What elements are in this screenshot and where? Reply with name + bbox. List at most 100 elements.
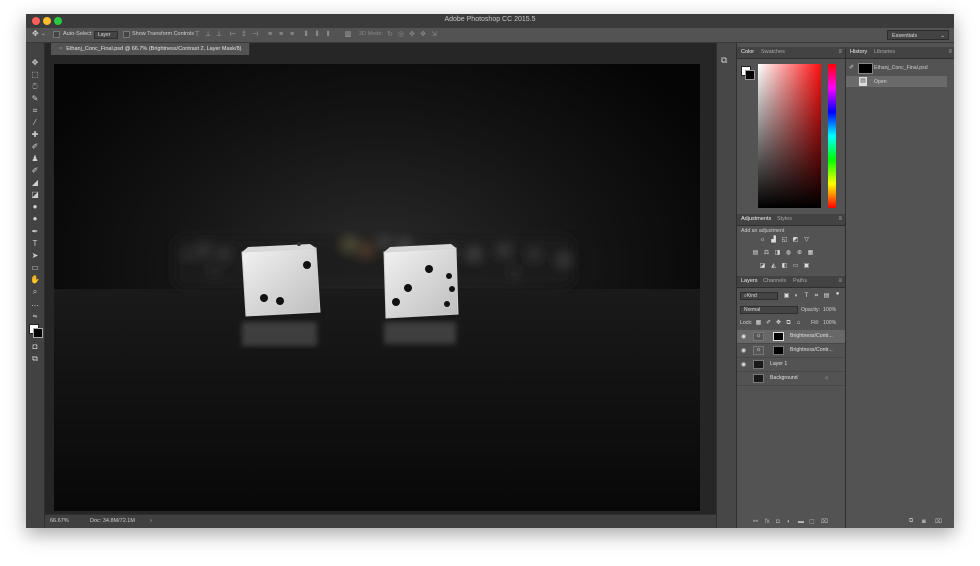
- tab-color[interactable]: Color: [741, 49, 754, 55]
- opacity-value[interactable]: 100%: [823, 307, 836, 313]
- tab-history[interactable]: History: [850, 49, 867, 55]
- threshold-icon[interactable]: ◧: [781, 263, 788, 270]
- align-top-icon[interactable]: ⊤: [193, 31, 201, 39]
- distribute-left-icon[interactable]: ⦀: [302, 31, 310, 39]
- layer-row[interactable]: ◉ Layer 1: [737, 358, 845, 372]
- levels-icon[interactable]: ▟: [770, 237, 777, 244]
- eyedropper-tool-icon[interactable]: ⁄: [29, 117, 41, 129]
- layer-row[interactable]: ◉ ☼ Brightness/Contr...: [737, 330, 845, 344]
- screen-mode-icon[interactable]: ⧉: [29, 353, 41, 365]
- history-state-row[interactable]: ▤ Open: [846, 76, 947, 87]
- invert-icon[interactable]: ◪: [759, 263, 766, 270]
- selective-color-icon[interactable]: ▣: [803, 263, 810, 270]
- panel-menu-icon[interactable]: ≡: [838, 49, 842, 55]
- panel-menu-icon[interactable]: ≡: [838, 278, 842, 284]
- workspace-switcher[interactable]: Essentials ⌄: [887, 30, 949, 40]
- blend-mode-dropdown[interactable]: Normal: [740, 306, 798, 314]
- filter-adjustment-icon[interactable]: ◐: [793, 293, 800, 300]
- dodge-tool-icon[interactable]: ●: [29, 213, 41, 225]
- distribute-vcenter-icon[interactable]: ≡: [277, 31, 285, 39]
- new-document-from-state-icon[interactable]: ⧉: [909, 518, 913, 525]
- status-menu-arrow-icon[interactable]: ›: [150, 518, 152, 524]
- lock-position-icon[interactable]: ✥: [775, 320, 782, 327]
- delete-state-icon[interactable]: ⌧: [935, 518, 942, 525]
- marquee-tool-icon[interactable]: ⬚: [29, 69, 41, 81]
- quick-mask-icon[interactable]: ◘: [29, 341, 41, 353]
- brush-tool-icon[interactable]: ✐: [29, 141, 41, 153]
- history-brush-tool-icon[interactable]: ✐: [29, 165, 41, 177]
- layer-row[interactable]: Background ⌂: [737, 372, 845, 386]
- align-right-icon[interactable]: ⊣: [251, 31, 259, 39]
- visibility-eye-icon[interactable]: ◉: [741, 347, 746, 354]
- black-white-icon[interactable]: ◨: [774, 250, 781, 257]
- background-color-chip[interactable]: [745, 70, 755, 80]
- gradient-tool-icon[interactable]: ◪: [29, 189, 41, 201]
- lock-image-icon[interactable]: ✐: [765, 320, 772, 327]
- document-tab[interactable]: × Ethanj_Conc_Final.psd @ 66.7% (Brightne…: [51, 43, 251, 55]
- curves-icon[interactable]: ◱: [781, 237, 788, 244]
- default-colors-icon[interactable]: ⇆: [29, 311, 41, 323]
- align-bottom-icon[interactable]: ⊥: [215, 31, 223, 39]
- tab-libraries[interactable]: Libraries: [874, 49, 895, 55]
- filter-type-icon[interactable]: T: [803, 293, 810, 300]
- layer-filter-kind[interactable]: ⌕Kind: [740, 292, 778, 300]
- close-document-icon[interactable]: ×: [59, 46, 62, 52]
- hue-slider[interactable]: [828, 64, 836, 208]
- tab-channels[interactable]: Channels: [763, 278, 786, 284]
- crop-tool-icon[interactable]: ⌗: [29, 105, 41, 117]
- align-hcenter-icon[interactable]: ‡: [240, 31, 248, 39]
- history-snapshot[interactable]: ✐ Ethanj_Conc_Final.psd: [846, 62, 954, 74]
- pen-tool-icon[interactable]: ✒: [29, 226, 41, 238]
- new-group-icon[interactable]: ▬: [798, 519, 804, 525]
- 3d-pan-icon[interactable]: ✥: [408, 31, 416, 39]
- tool-preset-chevron-icon[interactable]: ⌄: [41, 31, 46, 37]
- move-tool-icon[interactable]: ✥: [29, 57, 41, 69]
- tab-adjustments[interactable]: Adjustments: [741, 216, 771, 222]
- type-tool-icon[interactable]: T: [29, 238, 41, 250]
- new-adjustment-icon[interactable]: ◐: [787, 519, 791, 525]
- brightness-contrast-icon[interactable]: ☼: [759, 237, 766, 244]
- image-canvas[interactable]: [54, 64, 700, 511]
- 3d-slide-icon[interactable]: ✥: [419, 31, 427, 39]
- link-layers-icon[interactable]: ⚯: [753, 518, 758, 525]
- artboard-panel-icon[interactable]: ⧉: [721, 55, 727, 66]
- clone-stamp-tool-icon[interactable]: ♟: [29, 153, 41, 165]
- tab-paths[interactable]: Paths: [793, 278, 807, 284]
- distribute-bottom-icon[interactable]: ≡: [288, 31, 296, 39]
- path-selection-tool-icon[interactable]: ➤: [29, 250, 41, 262]
- auto-align-icon[interactable]: ▥: [344, 31, 352, 39]
- hue-saturation-icon[interactable]: ▤: [752, 250, 759, 257]
- color-field[interactable]: [758, 64, 821, 208]
- lasso-tool-icon[interactable]: ට: [29, 81, 41, 93]
- panel-menu-icon[interactable]: ≡: [948, 49, 952, 55]
- eraser-tool-icon[interactable]: ◢: [29, 177, 41, 189]
- healing-brush-tool-icon[interactable]: ✚: [29, 129, 41, 141]
- auto-select-dropdown[interactable]: Layer: [94, 31, 118, 39]
- distribute-hcenter-icon[interactable]: ⦀: [313, 31, 321, 39]
- channel-mixer-icon[interactable]: ⊛: [796, 250, 803, 257]
- auto-select-checkbox[interactable]: [53, 31, 60, 38]
- rectangle-tool-icon[interactable]: ▭: [29, 262, 41, 274]
- visibility-eye-icon[interactable]: ◉: [741, 361, 746, 368]
- lock-artboard-icon[interactable]: ⧉: [785, 320, 792, 327]
- 3d-rotate-icon[interactable]: ↻: [386, 31, 394, 39]
- distribute-right-icon[interactable]: ⦀: [324, 31, 332, 39]
- add-mask-icon[interactable]: ◘: [776, 519, 780, 525]
- filter-smart-object-icon[interactable]: ▤: [823, 293, 830, 300]
- layer-style-icon[interactable]: fx: [765, 519, 770, 525]
- exposure-icon[interactable]: ◩: [792, 237, 799, 244]
- new-snapshot-icon[interactable]: ◙: [922, 519, 926, 525]
- new-layer-icon[interactable]: ▢: [809, 518, 815, 525]
- tab-layers[interactable]: Layers: [741, 278, 758, 284]
- align-left-icon[interactable]: ⊢: [229, 31, 237, 39]
- gradient-map-icon[interactable]: ▭: [792, 263, 799, 270]
- 3d-scale-icon[interactable]: ⇲: [430, 31, 438, 39]
- history-brush-source-icon[interactable]: ✐: [849, 64, 854, 71]
- tab-swatches[interactable]: Swatches: [761, 49, 785, 55]
- layer-mask-thumbnail[interactable]: [773, 346, 784, 355]
- filter-toggle-icon[interactable]: ●: [834, 291, 841, 298]
- lock-transparent-icon[interactable]: ▦: [755, 320, 762, 327]
- filter-shape-icon[interactable]: ⌗: [813, 293, 820, 300]
- zoom-tool-icon[interactable]: ⌕: [29, 286, 41, 298]
- hand-tool-icon[interactable]: ✋: [29, 274, 41, 286]
